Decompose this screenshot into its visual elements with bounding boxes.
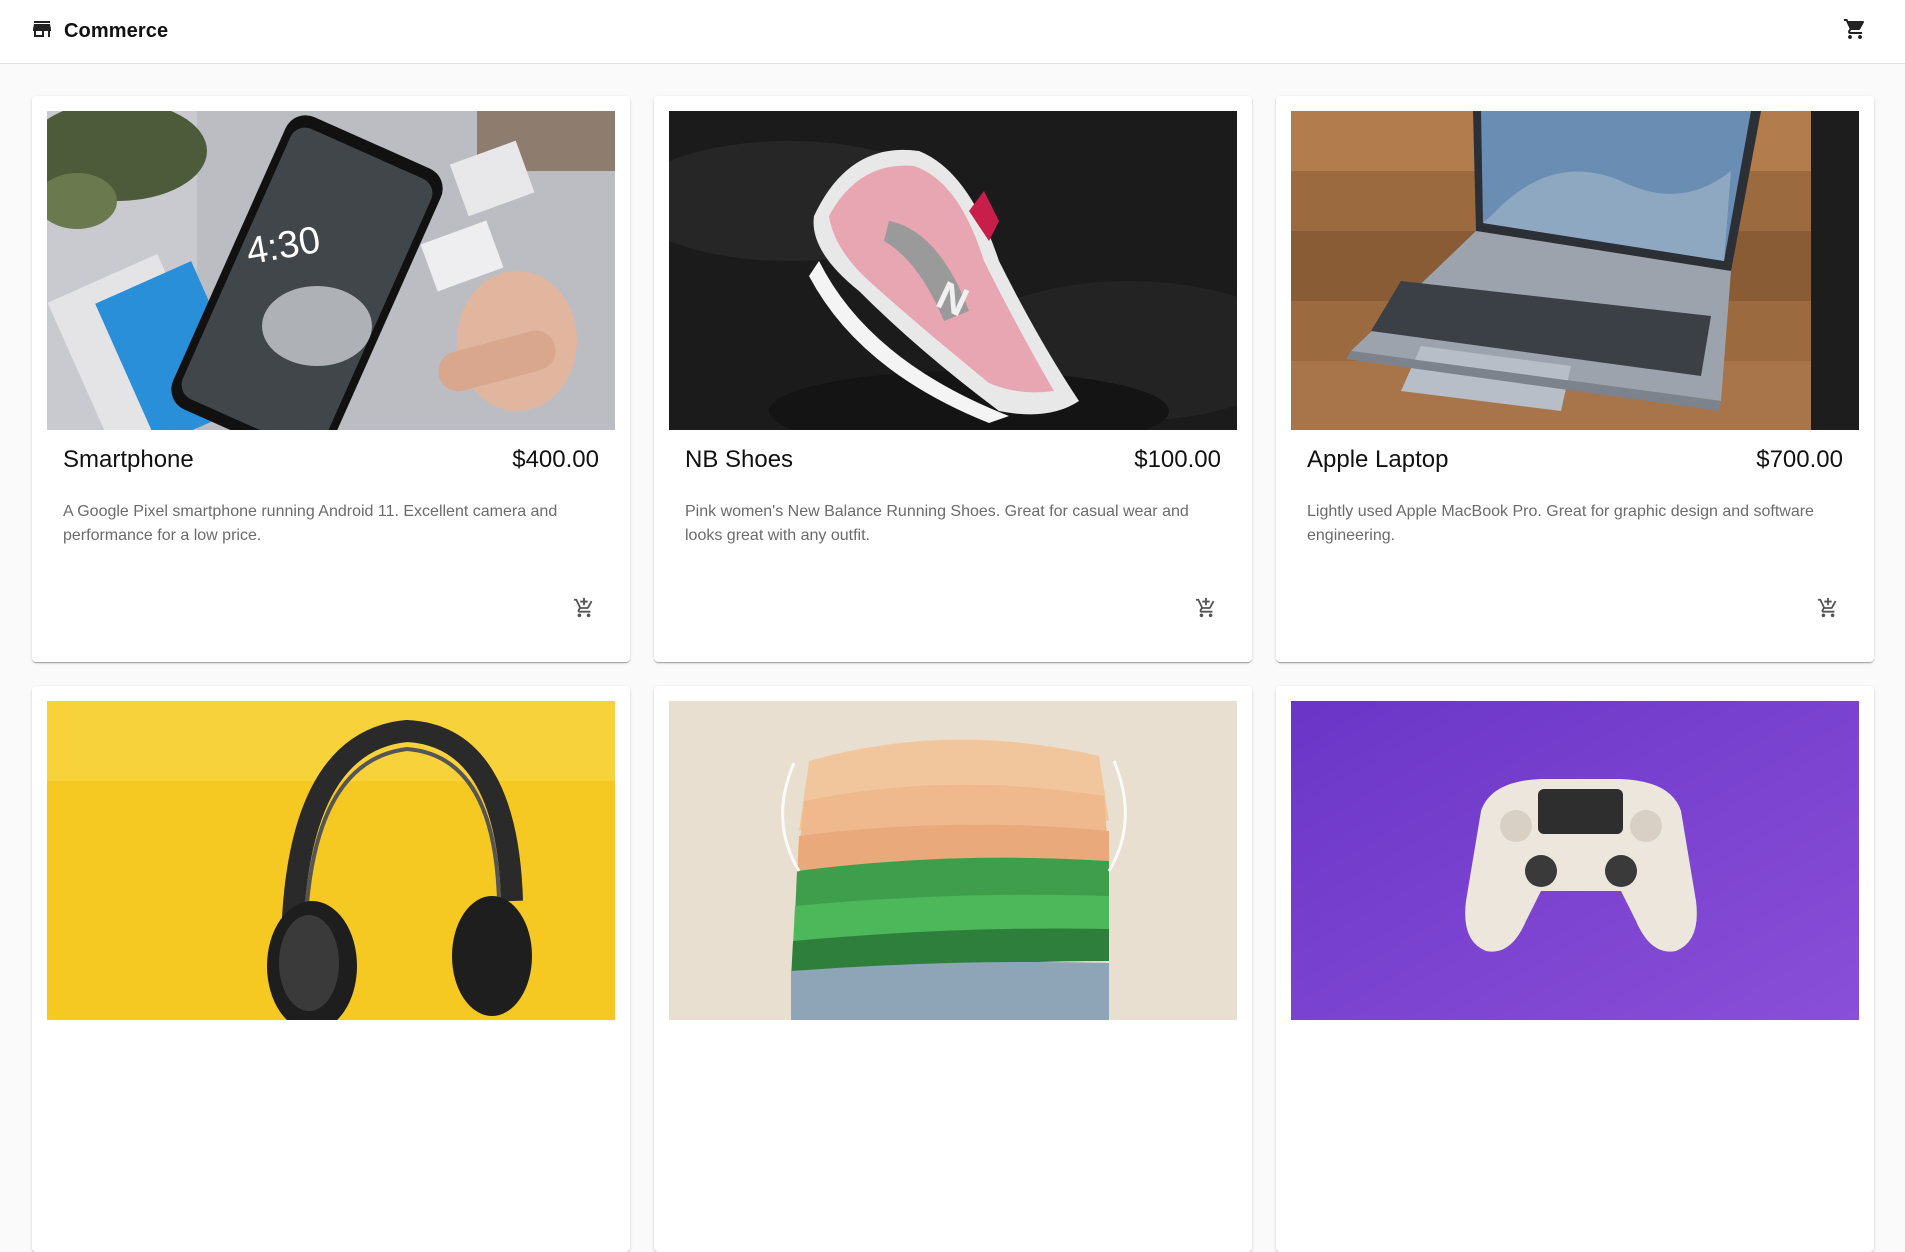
phone-photo[interactable]: 4:30 — [47, 111, 615, 430]
game-controller-photo[interactable] — [1291, 701, 1859, 1020]
add-to-cart-button[interactable] — [566, 592, 602, 628]
product-card — [32, 686, 630, 1252]
product-header: Apple Laptop $700.00 — [1307, 446, 1843, 474]
app-bar: Commerce — [0, 0, 1905, 64]
add-shopping-cart-icon — [573, 597, 595, 624]
product-price: $400.00 — [512, 446, 599, 473]
product-name: NB Shoes — [685, 446, 794, 473]
store-icon — [30, 17, 54, 46]
product-description: Lightly used Apple MacBook Pro. Great fo… — [1307, 503, 1814, 544]
add-to-cart-button[interactable] — [1188, 592, 1224, 628]
product-description: Pink women's New Balance Running Shoes. … — [685, 503, 1189, 544]
add-to-cart-button[interactable] — [1810, 592, 1846, 628]
app-title: Commerce — [64, 20, 169, 42]
product-card — [1276, 686, 1874, 1252]
face-masks-photo[interactable] — [669, 701, 1237, 1020]
product-card: N NB Shoes $100.00 Pink women's New Bala… — [654, 96, 1252, 662]
product-price: $700.00 — [1756, 446, 1843, 473]
product-name: Smartphone — [63, 446, 194, 473]
product-card — [654, 686, 1252, 1252]
laptop-photo[interactable] — [1291, 111, 1859, 430]
product-name: Apple Laptop — [1307, 446, 1449, 473]
product-description: A Google Pixel smartphone running Androi… — [63, 503, 558, 544]
shoe-photo[interactable]: N — [669, 111, 1237, 430]
product-header: Smartphone $400.00 — [63, 446, 599, 474]
product-header: NB Shoes $100.00 — [685, 446, 1221, 474]
product-card: Apple Laptop $700.00 Lightly used Apple … — [1276, 96, 1874, 662]
add-shopping-cart-icon — [1817, 597, 1839, 624]
product-grid: 4:30 Smartphone $400.00 A Google Pixel s… — [32, 96, 1874, 1252]
headphones-photo[interactable] — [47, 701, 615, 1020]
product-card: 4:30 Smartphone $400.00 A Google Pixel s… — [32, 96, 630, 662]
brand[interactable]: Commerce — [30, 17, 168, 46]
shopping-cart-icon — [1843, 17, 1867, 46]
add-shopping-cart-icon — [1195, 597, 1217, 624]
cart-button[interactable] — [1837, 14, 1873, 50]
product-price: $100.00 — [1134, 446, 1221, 473]
